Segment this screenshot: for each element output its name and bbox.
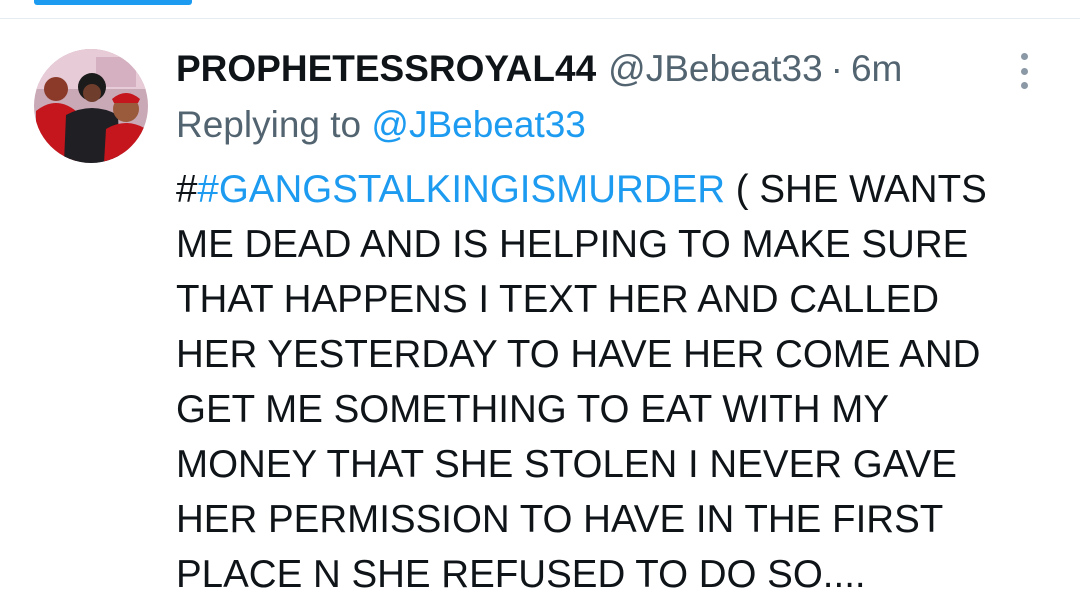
tweet-text-line: MONEY THAT SHE STOLEN I NEVER GAVE (176, 443, 957, 486)
tweet-text-segment: ( SHE WANTS (725, 168, 987, 211)
more-dot (1020, 53, 1028, 60)
more-dot (1020, 67, 1028, 75)
tweet-text-line: HER YESTERDAY TO HAVE HER COME AND (176, 333, 981, 376)
active-tab-indicator (34, 0, 192, 5)
more-vertical-icon[interactable] (1010, 51, 1038, 91)
hash-prefix: # (176, 168, 198, 211)
tweet-text-line: THAT HAPPENS I TEXT HER AND CALLED (176, 278, 940, 321)
tweet-text-line: ##GANGSTALKINGISMURDER ( SHE WANTS (176, 162, 1036, 217)
separator-dot: · (830, 48, 843, 89)
avatar-photo (34, 49, 148, 163)
replying-mention[interactable]: @JBebeat33 (371, 104, 585, 145)
tweet-text-line: HER PERMISSION TO HAVE IN THE FIRST (176, 498, 944, 541)
tweet-text-line: PLACE N SHE REFUSED TO DO SO.... (176, 553, 866, 596)
avatar[interactable] (34, 49, 148, 163)
hashtag-link[interactable]: #GANGSTALKINGISMURDER (197, 168, 725, 211)
tweet-text-line: GET ME SOMETHING TO EAT WITH MY (176, 388, 890, 431)
more-dot (1020, 82, 1028, 89)
replying-to: Replying to @JBebeat33 (176, 103, 586, 147)
display-name[interactable]: PROPHETESSROYAL44 (176, 47, 596, 91)
tweet[interactable]: PROPHETESSROYAL44 @JBebeat33 · 6m Replyi… (0, 19, 1080, 598)
top-strip (0, 0, 1080, 19)
tweet-text: ##GANGSTALKINGISMURDER ( SHE WANTS ME DE… (176, 162, 1036, 602)
timestamp[interactable]: 6m (851, 47, 902, 91)
replying-prefix: Replying to (176, 104, 372, 145)
user-handle[interactable]: @JBebeat33 (608, 47, 822, 91)
tweet-text-line: ME DEAD AND IS HELPING TO MAKE SURE (176, 223, 969, 266)
tweet-header: PROPHETESSROYAL44 @JBebeat33 · 6m (176, 47, 902, 91)
